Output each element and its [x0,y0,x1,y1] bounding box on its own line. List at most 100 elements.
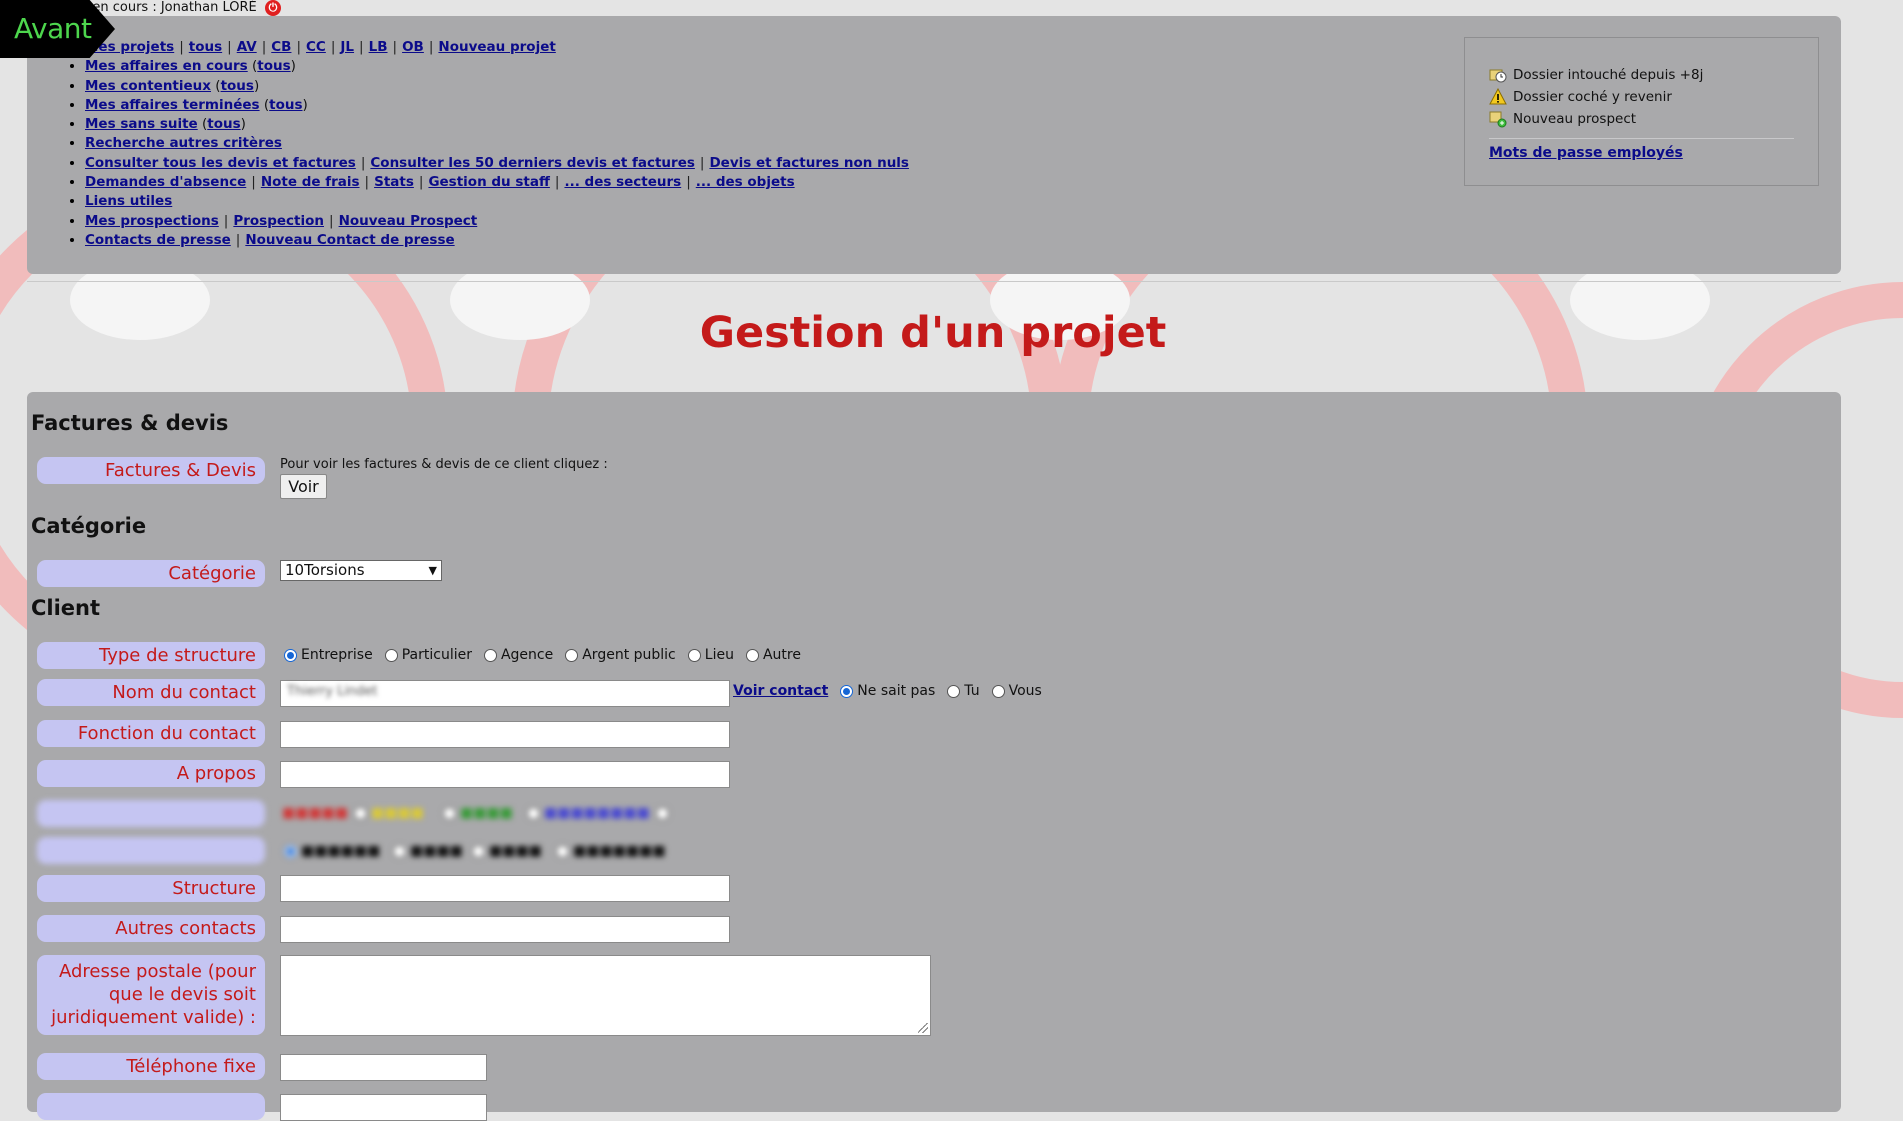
nav-row-devis: Consulter tous les devis et factures|Con… [85,154,909,173]
nav-sans-suite-tous[interactable]: tous [207,116,240,132]
resize-handle-icon[interactable] [918,1023,928,1033]
voir-factures-button[interactable]: Voir [280,474,327,499]
radio-label-agence: Agence [500,647,554,663]
nav-contacts-de-presse[interactable]: Contacts de presse [85,232,231,248]
redacted-radio [527,806,540,820]
radio-particulier[interactable] [384,648,398,662]
radio-label-argent-public: Argent public [582,647,676,663]
nav-mes-contentieux[interactable]: Mes contentieux [85,78,211,94]
radio-option-argent-public[interactable]: Argent public [563,647,676,663]
nav-des-objets[interactable]: ... des objets [696,174,795,190]
radio-lieu[interactable] [687,648,701,662]
radio-option-vous[interactable]: Vous [990,683,1042,699]
nav-cc[interactable]: CC [306,39,326,55]
radio-option-lieu[interactable]: Lieu [686,647,734,663]
radio-argent-public[interactable] [565,648,579,662]
nav-row-contentieux: Mes contentieux (tous) [85,77,909,96]
label-redacted-1 [37,800,265,827]
nav-gestion-staff[interactable]: Gestion du staff [428,174,549,190]
redacted-radio [472,844,485,858]
redacted-option: ■■■■■■ [301,843,381,859]
radio-vous[interactable] [991,684,1005,698]
nav-contentieux-tous[interactable]: tous [221,78,254,94]
adresse-postale-textarea[interactable] [280,955,931,1036]
radio-label-particulier: Particulier [401,647,472,663]
nav-mes-prospections[interactable]: Mes prospections [85,213,219,229]
nav-cb[interactable]: CB [271,39,291,55]
next-field-input[interactable] [280,1094,487,1121]
radio-tu[interactable] [947,684,961,698]
nav-affaires-tous[interactable]: tous [257,58,290,74]
label-factures-devis: Factures & Devis [37,457,265,484]
redacted-option: ■■■■ [410,843,463,859]
radio-label-autre: Autre [762,647,801,663]
radio-option-autre[interactable]: Autre [744,647,801,663]
nav-terminees-tous[interactable]: tous [269,97,302,113]
nav-row-affaires: Mes affaires en cours (tous) [85,57,909,76]
voir-contact-link[interactable]: Voir contact [733,683,828,699]
redacted-option: ■■■■ [489,843,542,859]
nav-mes-affaires-terminees[interactable]: Mes affaires terminées [85,97,260,113]
nav-note-de-frais[interactable]: Note de frais [261,174,360,190]
categorie-selected-value: 10Torsions [285,561,365,579]
nav-tous[interactable]: tous [189,39,222,55]
nav-stats[interactable]: Stats [374,174,414,190]
radio-entreprise[interactable] [284,648,297,662]
logout-power-icon[interactable]: ⏻ [264,0,281,16]
nav-prospection[interactable]: Prospection [233,213,324,229]
nav-ob[interactable]: OB [402,39,424,55]
nav-nouveau-contact-presse[interactable]: Nouveau Contact de presse [245,232,454,248]
label-nom-contact: Nom du contact [37,679,265,706]
avant-badge-label: Avant [14,12,92,45]
nav-nouveau-projet[interactable]: Nouveau projet [438,39,555,55]
nav-row-sans-suite: Mes sans suite (tous) [85,115,909,134]
nav-jl[interactable]: JL [340,39,354,55]
nav-nouveau-prospect[interactable]: Nouveau Prospect [339,213,478,229]
legend-new-prospect: Nouveau prospect [1489,108,1818,130]
radio-option-entreprise[interactable]: Entreprise [282,647,373,663]
nom-contact-input[interactable]: Thierry Lindet [280,680,730,707]
redacted-option-yellow: ■■■■ [371,805,424,821]
structure-input[interactable] [280,875,730,902]
radio-label-entreprise: Entreprise [301,647,373,663]
redacted-radio [656,806,669,820]
radio-option-tu[interactable]: Tu [945,683,980,699]
autres-contacts-input[interactable] [280,916,730,943]
label-a-propos: A propos [37,760,265,787]
radio-option-agence[interactable]: Agence [482,647,553,663]
categorie-select[interactable]: 10Torsions ▼ [280,560,442,581]
session-info: n en cours : Jonathan LORÉ ⏻ [80,0,281,16]
fonction-contact-input[interactable] [280,721,730,748]
legend-flagged-label: Dossier coché y revenir [1513,89,1672,105]
nav-demandes-absence[interactable]: Demandes d'absence [85,174,246,190]
nav-lb[interactable]: LB [369,39,388,55]
label-redacted-2 [37,837,265,864]
redacted-option-green: ■■■■ [460,805,513,821]
nav-consulter-tous-devis[interactable]: Consulter tous les devis et factures [85,155,356,171]
page-title: Gestion d'un projet [699,308,1167,358]
nav-mes-sans-suite[interactable]: Mes sans suite [85,116,198,132]
redacted-radio [354,806,367,820]
nav-consulter-50-derniers[interactable]: Consulter les 50 derniers devis et factu… [370,155,695,171]
radio-ne-sait-pas[interactable] [840,684,854,698]
nav-mes-affaires-en-cours[interactable]: Mes affaires en cours [85,58,248,74]
label-adresse-postale: Adresse postale (pour que le devis soit … [37,955,265,1035]
radio-label-lieu: Lieu [704,647,734,663]
nav-av[interactable]: AV [237,39,257,55]
mots-de-passe-link[interactable]: Mots de passe employés [1489,145,1683,161]
radio-option-particulier[interactable]: Particulier [383,647,472,663]
nav-liens-utiles[interactable]: Liens utiles [85,193,172,209]
label-next-field [37,1093,265,1120]
radio-option-ne-sait-pas[interactable]: Ne sait pas [838,683,935,699]
nav-recherche-autres-criteres[interactable]: Recherche autres critères [85,135,282,151]
radio-autre[interactable] [745,648,759,662]
nav-devis-non-nuls[interactable]: Devis et factures non nuls [709,155,909,171]
nav-list: Mes projets|tous|AV|CB|CC|JL|LB|OB|Nouve… [85,38,909,250]
telephone-fixe-input[interactable] [280,1054,487,1081]
redacted-radio [443,806,456,820]
horizontal-rule [27,281,1841,282]
nav-des-secteurs[interactable]: ... des secteurs [564,174,681,190]
a-propos-input[interactable] [280,761,730,788]
radio-agence[interactable] [483,648,497,662]
legend-flagged: Dossier coché y revenir [1489,86,1818,108]
